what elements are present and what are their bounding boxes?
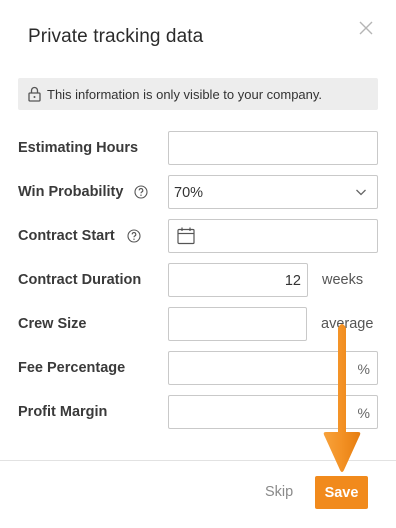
help-icon[interactable] (127, 229, 141, 243)
estimating-hours-label: Estimating Hours (18, 140, 139, 156)
profit-margin-unit: % (357, 405, 370, 421)
fee-percentage-unit: % (357, 361, 370, 377)
help-icon[interactable] (134, 185, 148, 199)
contract-start-label: Contract Start (18, 228, 115, 244)
contract-duration-value: 12 (284, 273, 301, 289)
skip-button[interactable]: Skip (265, 484, 293, 500)
win-probability-label: Win Probability (18, 184, 124, 200)
contract-duration-unit: weeks (322, 272, 364, 288)
estimating-hours-input[interactable] (168, 131, 378, 165)
win-probability-select[interactable]: 70% (168, 175, 378, 209)
crew-size-input[interactable] (168, 307, 307, 341)
footer-divider (0, 460, 396, 461)
win-probability-value: 70% (174, 185, 204, 201)
private-tracking-dialog: Private tracking data This information i… (0, 0, 396, 528)
privacy-notice-text: This information is only visible to your… (47, 87, 323, 102)
fee-percentage-label: Fee Percentage (18, 360, 126, 376)
lock-icon (28, 86, 41, 102)
crew-size-label: Crew Size (18, 316, 87, 332)
dialog-title: Private tracking data (28, 26, 204, 47)
profit-margin-label: Profit Margin (18, 404, 108, 420)
save-button[interactable]: Save (315, 476, 368, 509)
fee-percentage-input[interactable]: % (168, 351, 378, 385)
profit-margin-input[interactable]: % (168, 395, 378, 429)
contract-start-datepicker[interactable] (168, 219, 378, 253)
privacy-notice: This information is only visible to your… (18, 78, 378, 110)
contract-duration-label: Contract Duration (18, 272, 142, 288)
close-icon[interactable] (356, 18, 376, 38)
contract-duration-input[interactable]: 12 (168, 263, 308, 297)
chevron-down-icon (356, 189, 366, 196)
crew-size-unit: average (321, 316, 374, 332)
calendar-icon[interactable] (177, 227, 195, 245)
